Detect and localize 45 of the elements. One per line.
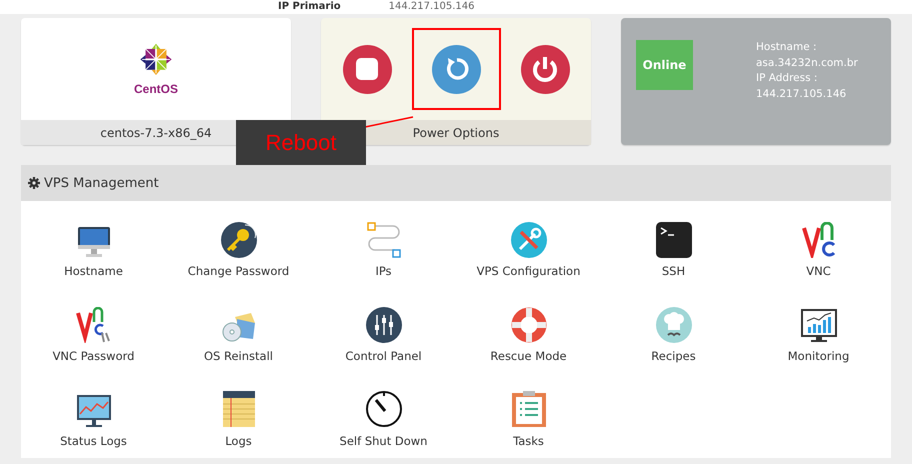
chef-hat-icon <box>656 307 692 343</box>
lifebuoy-icon <box>510 307 546 343</box>
stop-icon <box>355 57 379 81</box>
tooltip: Reboot <box>236 120 366 165</box>
terminal-icon <box>656 222 692 258</box>
menu-item-label[interactable]: Hostname <box>64 264 123 278</box>
key-icon <box>220 222 256 258</box>
info-text: asa.34232n.com.br <box>756 56 858 70</box>
timer-icon <box>364 390 402 428</box>
menu-item-label[interactable]: Self Shut Down <box>340 434 428 448</box>
notepad-icon <box>222 390 256 428</box>
clipboard-icon <box>510 390 546 428</box>
panel-title: VPS Management <box>44 176 159 190</box>
leader-line <box>365 116 415 128</box>
menu-item-label[interactable]: VNC <box>806 264 831 278</box>
status-badge: Online <box>636 40 693 90</box>
bar-chart-icon <box>800 309 836 343</box>
info-text: 144.217.105.146 <box>756 86 848 102</box>
logo-text: CentOS <box>134 82 178 96</box>
info-text: Hostname : <box>756 40 818 55</box>
vnc-icon <box>800 222 836 258</box>
menu-item-label[interactable]: SSH <box>662 264 686 278</box>
power-icon <box>531 55 559 83</box>
menu-item-label[interactable]: VNC Password <box>52 349 134 363</box>
network-icon <box>366 222 402 258</box>
tools-icon <box>510 222 546 258</box>
line-chart-monitor-icon <box>76 394 112 428</box>
menu-item-label[interactable]: Status Logs <box>60 434 127 448</box>
menu-item-label[interactable]: IPs <box>375 264 392 278</box>
menu-item-label[interactable]: Recipes <box>651 349 696 363</box>
menu-item-label[interactable]: OS Reinstall <box>204 349 273 363</box>
monitor-icon <box>76 226 110 258</box>
sliders-icon <box>366 307 402 343</box>
menu-item-label[interactable]: VPS Configuration <box>476 264 580 278</box>
ip-label: IP Primario <box>278 0 341 14</box>
info-text: IP Address : <box>756 71 818 86</box>
ip-value: 144.217.105.146 <box>388 0 475 14</box>
menu-item-label[interactable]: Monitoring <box>788 349 850 363</box>
menu-item-label[interactable]: Control Panel <box>345 349 422 363</box>
menu-item-label[interactable]: Tasks <box>513 434 544 448</box>
gear-icon <box>28 177 40 189</box>
menu-item-label[interactable]: Rescue Mode <box>490 349 567 363</box>
menu-item-label[interactable]: Logs <box>225 434 252 448</box>
vnc-key-icon <box>76 307 112 343</box>
menu-item-label[interactable]: Change Password <box>188 264 290 278</box>
